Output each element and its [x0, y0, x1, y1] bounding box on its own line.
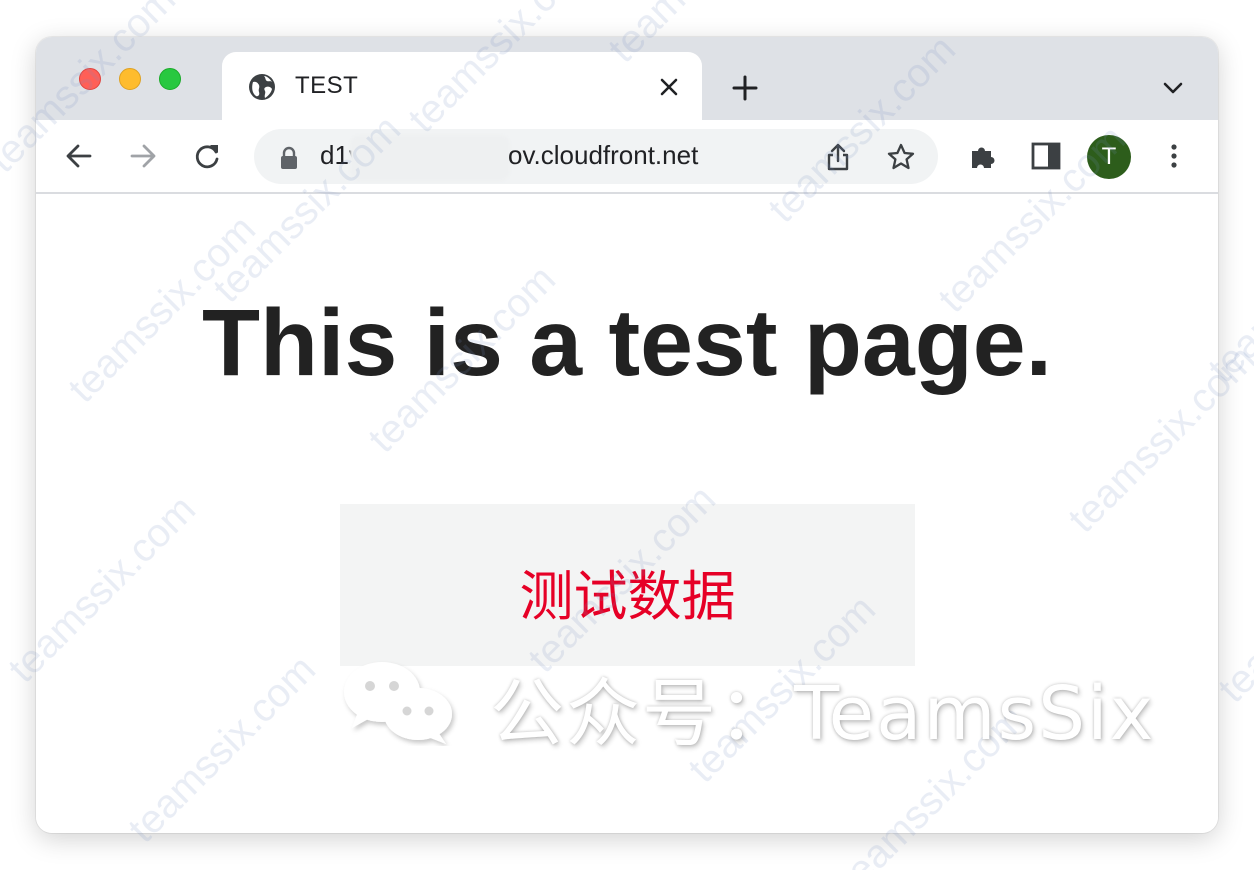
close-window-button[interactable]	[79, 68, 101, 90]
url-redaction	[350, 135, 510, 181]
page-heading: This is a test page.	[202, 290, 1052, 396]
url-text-end: ov.cloudfront.net	[508, 140, 699, 170]
test-data-box: 测试数据	[340, 504, 915, 666]
plus-icon[interactable]	[730, 73, 760, 103]
tab-title: TEST	[295, 72, 359, 99]
arrow-left-icon[interactable]	[63, 140, 95, 172]
share-icon[interactable]	[824, 142, 852, 172]
star-icon[interactable]	[886, 142, 916, 172]
tab-test[interactable]: TEST	[222, 52, 702, 120]
puzzle-icon[interactable]	[967, 140, 999, 172]
close-icon[interactable]	[656, 74, 682, 100]
arrow-right-icon[interactable]	[127, 140, 159, 172]
profile-avatar[interactable]: T	[1087, 135, 1131, 179]
chevron-down-icon[interactable]	[1160, 75, 1186, 101]
address-bar[interactable]: d1v ov.cloudfront.net	[254, 129, 938, 184]
test-data-text: 测试数据	[519, 565, 736, 628]
globe-icon	[249, 74, 275, 100]
kebab-menu-icon[interactable]	[1158, 140, 1190, 172]
page-content: This is a test page. 测试数据	[36, 194, 1218, 833]
minimize-window-button[interactable]	[119, 68, 141, 90]
tab-strip: TEST	[36, 37, 1218, 120]
side-panel-icon[interactable]	[1030, 140, 1062, 172]
browser-toolbar: d1v ov.cloudfront.net T	[36, 120, 1218, 194]
lock-icon[interactable]	[279, 146, 299, 170]
reload-icon[interactable]	[191, 140, 223, 172]
zoom-window-button[interactable]	[159, 68, 181, 90]
browser-window: TEST d1v ov.cloudfront.net T This is a t…	[36, 37, 1218, 833]
